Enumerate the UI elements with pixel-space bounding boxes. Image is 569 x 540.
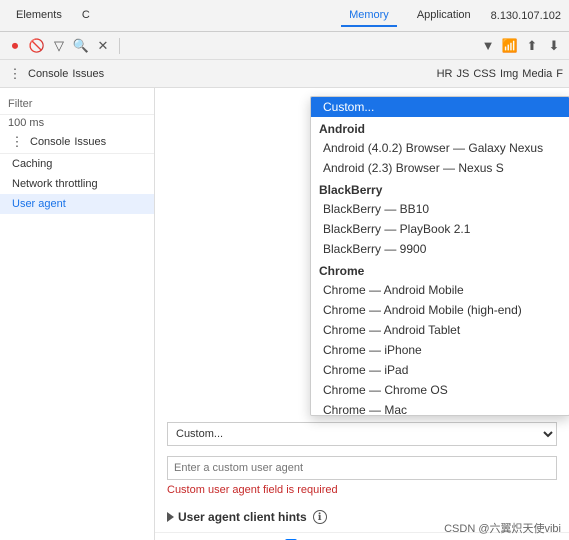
issues-tab[interactable]: Issues: [72, 68, 104, 80]
main-layout: Filter 100 ms ⋮ Console Issues Caching N…: [0, 88, 569, 540]
console-sidebar[interactable]: Console: [30, 136, 70, 148]
dd-item-custom[interactable]: Custom...: [311, 97, 569, 117]
dropdown-list[interactable]: Custom...AndroidAndroid (4.0.2) Browser …: [310, 96, 569, 416]
info-icon[interactable]: ℹ: [313, 510, 327, 524]
record-icon[interactable]: ⏺: [6, 37, 24, 55]
filter-box: Filter: [0, 92, 154, 115]
filter-label: Filter: [8, 98, 32, 110]
tab-c[interactable]: C: [74, 5, 98, 27]
main-content: Custom...AndroidAndroid (4.0.2) Browser …: [155, 88, 569, 540]
toolbar: ⏺ 🚫 ▽ 🔍 ✕ ▼ 📶 ⬆ ⬇: [0, 32, 569, 60]
dd-item[interactable]: Android (2.3) Browser — Nexus S: [311, 158, 569, 178]
expand-icon: [167, 512, 174, 522]
tab-f[interactable]: F: [556, 68, 563, 80]
ua-select[interactable]: Custom...: [167, 422, 557, 446]
console-tab[interactable]: Console: [28, 68, 68, 80]
left-panel: Filter 100 ms ⋮ Console Issues Caching N…: [0, 88, 155, 540]
dots-menu-icon[interactable]: ⋮: [6, 65, 24, 83]
tab-application[interactable]: Application: [409, 5, 479, 27]
filter-icon[interactable]: ▽: [50, 37, 68, 55]
tab-elements[interactable]: Elements: [8, 5, 70, 27]
search-icon[interactable]: 🔍: [72, 37, 90, 55]
dots-sidebar-icon[interactable]: ⋮: [8, 133, 26, 151]
dd-item[interactable]: Chrome — iPhone: [311, 340, 569, 360]
wifi-icon[interactable]: 📶: [501, 37, 519, 55]
watermark: CSDN @六翼炽天使vibi: [444, 520, 561, 536]
dd-item[interactable]: BlackBerry — BB10: [311, 199, 569, 219]
filter-value: 100 ms: [0, 115, 154, 131]
dd-item[interactable]: Chrome — Chrome OS: [311, 380, 569, 400]
top-bar: Elements C Memory Application 8.130.107.…: [0, 0, 569, 32]
tab-memory[interactable]: Memory: [341, 5, 397, 27]
upload-icon[interactable]: ⬆: [523, 37, 541, 55]
tab-media[interactable]: Media: [522, 68, 552, 80]
sidebar-item-user-agent[interactable]: User agent: [0, 194, 154, 214]
sidebar-item-caching[interactable]: Caching: [0, 154, 154, 174]
tab-hr[interactable]: HR: [437, 68, 453, 80]
dd-item[interactable]: Chrome — iPad: [311, 360, 569, 380]
tab-js[interactable]: JS: [456, 68, 469, 80]
dots-menu-row: ⋮ Console Issues: [0, 131, 154, 154]
toolbar2: ⋮ Console Issues HR JS CSS Img Media F: [0, 60, 569, 88]
close-icon[interactable]: ✕: [94, 37, 112, 55]
error-text: Custom user agent field is required: [167, 484, 557, 496]
dd-group-blackberry: BlackBerry: [311, 178, 569, 199]
block-icon[interactable]: 🚫: [28, 37, 46, 55]
dd-group-android: Android: [311, 117, 569, 138]
tab-img[interactable]: Img: [500, 68, 518, 80]
top-bar-tabs: Elements C: [8, 5, 98, 27]
dd-item[interactable]: Android (4.0.2) Browser — Galaxy Nexus: [311, 138, 569, 158]
down-arrow-icon[interactable]: ▼: [479, 37, 497, 55]
download-icon[interactable]: ⬇: [545, 37, 563, 55]
issues-sidebar[interactable]: Issues: [74, 136, 106, 148]
ip-display: 8.130.107.102: [491, 10, 561, 22]
dd-group-chrome: Chrome: [311, 259, 569, 280]
dd-item[interactable]: Chrome — Android Mobile (high-end): [311, 300, 569, 320]
ua-select-row: Custom...: [155, 418, 569, 450]
dd-item[interactable]: Chrome — Android Mobile: [311, 280, 569, 300]
dd-item[interactable]: BlackBerry — PlayBook 2.1: [311, 219, 569, 239]
ua-hints-label: User agent client hints: [178, 510, 307, 524]
sidebar-item-network-throttling[interactable]: Network throttling: [0, 174, 154, 194]
tab-css[interactable]: CSS: [473, 68, 496, 80]
custom-ua-section: Custom user agent field is required: [155, 456, 569, 506]
sep1: [119, 38, 120, 54]
dd-item[interactable]: Chrome — Mac: [311, 400, 569, 416]
dd-item[interactable]: Chrome — Android Tablet: [311, 320, 569, 340]
dropdown-wrapper: Custom...AndroidAndroid (4.0.2) Browser …: [310, 96, 569, 416]
custom-ua-input[interactable]: [167, 456, 557, 480]
dd-item[interactable]: BlackBerry — 9900: [311, 239, 569, 259]
